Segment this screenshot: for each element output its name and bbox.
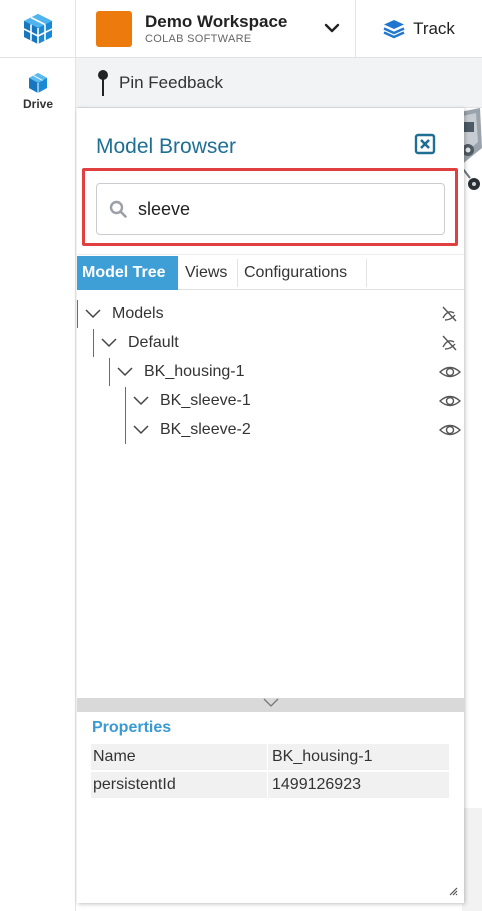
tree-item-label: Default	[128, 334, 179, 351]
tab-model-tree[interactable]: Model Tree	[77, 256, 178, 290]
tree-item-label: BK_sleeve-1	[160, 392, 251, 409]
pin-icon	[98, 69, 108, 96]
track-button[interactable]: Track	[355, 0, 482, 58]
pin-feedback-label: Pin Feedback	[119, 72, 223, 92]
column-separator	[267, 772, 268, 798]
tab-separator	[237, 259, 238, 287]
search-input[interactable]	[138, 198, 418, 220]
tree-item-label: Models	[112, 305, 164, 322]
property-row: Name BK_housing-1	[91, 744, 449, 770]
workspace-swatch	[96, 11, 132, 47]
eye-slash-icon[interactable]	[439, 333, 459, 353]
drive-nav-item[interactable]: Drive	[0, 72, 76, 111]
property-value: 1499126923	[272, 776, 361, 793]
property-value: BK_housing-1	[272, 748, 373, 765]
model-browser-panel: Model Browser Model Tree Views Configura…	[77, 108, 464, 903]
workspace-name: Demo Workspace	[145, 12, 288, 31]
column-separator	[267, 744, 268, 770]
tree-row[interactable]: BK_sleeve-1	[77, 387, 464, 416]
eye-icon[interactable]	[439, 391, 461, 411]
tree-item-label: BK_sleeve-2	[160, 421, 251, 438]
top-bar: Demo Workspace COLAB SOFTWARE Track	[76, 0, 482, 58]
chevron-down-icon[interactable]	[324, 22, 340, 34]
eye-icon[interactable]	[439, 420, 461, 440]
eye-icon[interactable]	[439, 362, 461, 382]
tree-row[interactable]: Models	[77, 300, 464, 329]
layers-icon	[383, 20, 405, 39]
resize-grip-icon[interactable]	[448, 886, 458, 896]
track-label: Track	[413, 19, 455, 38]
workspace-subtitle: COLAB SOFTWARE	[145, 33, 252, 45]
drive-icon	[29, 73, 47, 93]
tree-item-label: BK_housing-1	[144, 363, 245, 380]
viewport-background	[462, 808, 482, 911]
cube-logo-icon	[23, 13, 53, 44]
workspace-text: Demo Workspace COLAB SOFTWARE	[145, 12, 287, 46]
property-key: persistentId	[93, 776, 176, 793]
workspace-switcher[interactable]: Demo Workspace COLAB SOFTWARE	[76, 0, 356, 58]
tree-row[interactable]: BK_housing-1	[77, 358, 464, 387]
panel-resize-divider[interactable]	[77, 698, 464, 712]
tab-configurations[interactable]: Configurations	[239, 256, 366, 290]
chevron-down-icon[interactable]	[133, 395, 149, 406]
pin-feedback-bar[interactable]: Pin Feedback	[76, 58, 482, 108]
tab-separator	[366, 259, 367, 287]
close-icon[interactable]	[414, 133, 436, 155]
properties-title: Properties	[92, 719, 172, 736]
chevron-down-icon[interactable]	[117, 366, 133, 377]
tree-row[interactable]: Default	[77, 329, 464, 358]
search-field[interactable]	[96, 183, 445, 235]
app-logo[interactable]	[0, 0, 76, 58]
chevron-down-icon[interactable]	[101, 337, 117, 348]
left-rail: Drive	[0, 0, 76, 911]
chevron-down-icon[interactable]	[262, 698, 280, 708]
chevron-down-icon[interactable]	[133, 424, 149, 435]
property-row: persistentId 1499126923	[91, 772, 449, 798]
eye-slash-icon[interactable]	[439, 304, 459, 324]
search-icon	[109, 200, 127, 218]
tab-views[interactable]: Views	[180, 256, 238, 290]
panel-tabs: Model Tree Views Configurations	[77, 254, 464, 290]
property-key: Name	[93, 748, 136, 765]
drive-label: Drive	[22, 97, 54, 111]
panel-title: Model Browser	[96, 135, 237, 158]
chevron-down-icon[interactable]	[85, 308, 101, 319]
tree-row[interactable]: BK_sleeve-2	[77, 416, 464, 445]
